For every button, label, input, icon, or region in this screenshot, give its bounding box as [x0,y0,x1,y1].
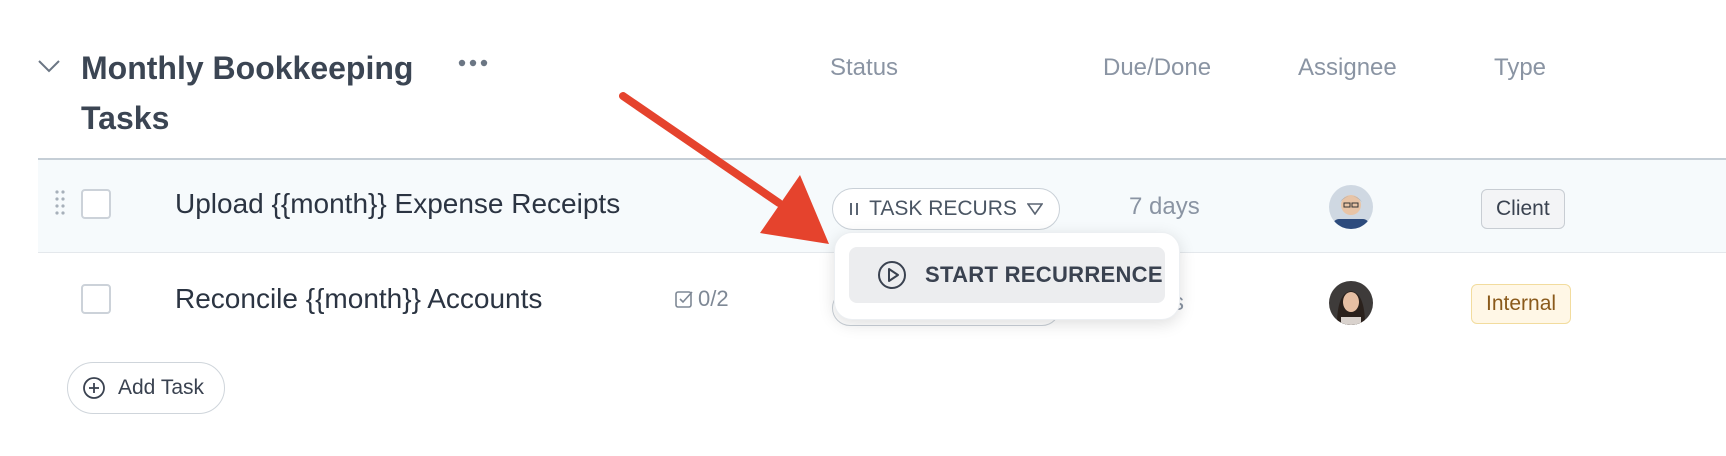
pause-icon [850,203,859,215]
start-recurrence-label: START RECURRENCE [925,262,1163,287]
task-checkbox[interactable] [81,284,111,314]
avatar[interactable] [1329,281,1373,325]
collapse-chevron-icon[interactable] [38,58,60,74]
more-options-icon[interactable] [457,58,489,68]
subtask-count: 0/2 [674,286,729,312]
drag-handle-icon[interactable] [55,190,65,216]
add-task-button[interactable]: Add Task [67,362,225,414]
subtask-count-text: 0/2 [698,286,729,311]
group-title: Monthly Bookkeeping Tasks [81,50,414,136]
task-checkbox[interactable] [81,189,111,219]
task-name[interactable]: Reconcile {{month}} Accounts [175,283,542,315]
add-task-label: Add Task [118,376,204,399]
caret-down-icon [1026,203,1043,215]
column-header-type: Type [1494,54,1547,81]
status-dropdown-button[interactable]: TASK RECURS [832,188,1060,230]
column-header-due: Due/Done [1103,54,1212,81]
type-tag-client: Client [1481,189,1565,229]
plus-circle-icon [83,377,105,399]
due-days: 7 days [1129,193,1200,220]
checklist-icon [675,291,693,308]
task-name[interactable]: Upload {{month}} Expense Receipts [175,188,620,220]
start-recurrence-menu-item[interactable]: START RECURRENCE [849,247,1165,303]
avatar[interactable] [1329,185,1373,229]
type-tag-internal: Internal [1471,284,1572,324]
column-header-status: Status [830,54,899,81]
status-label: TASK RECURS [869,197,1017,220]
status-dropdown-menu: START RECURRENCE [834,232,1180,320]
column-header-assignee: Assignee [1298,54,1397,81]
play-circle-icon [878,261,906,289]
